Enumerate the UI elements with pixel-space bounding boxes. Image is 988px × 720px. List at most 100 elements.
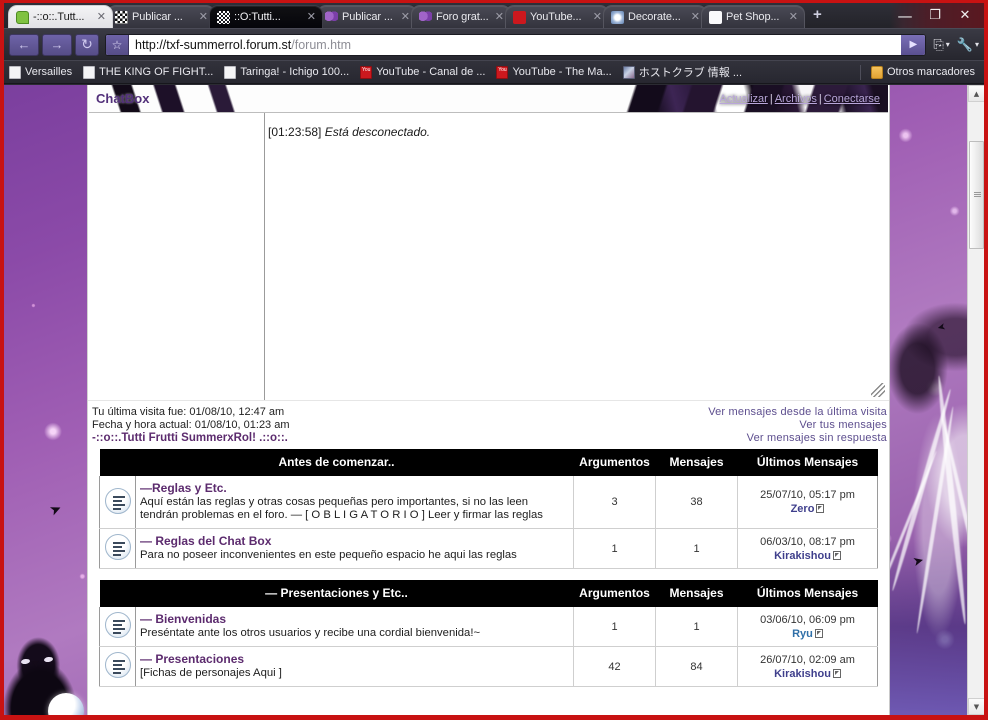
back-button[interactable]: ← [9, 33, 39, 56]
tab-label: -::o::.Tutt... [33, 11, 85, 23]
bookmark-item-2[interactable]: Taringa! - Ichigo 100... [224, 65, 349, 79]
browser-tab-2[interactable]: ::O:Tutti... ✕ [209, 5, 323, 28]
last-post-user[interactable]: Ryu [792, 628, 813, 640]
forum-info-cell: —Reglas y Etc. Aquí están las reglas y o… [135, 476, 574, 529]
goto-last-post-icon[interactable] [816, 504, 825, 513]
forum-posts-count: 38 [655, 476, 738, 529]
last-visit-text: Tu última visita fue: 01/08/10, 12:47 am [92, 406, 285, 418]
bookmark-item-5[interactable]: ホストクラブ 情報 ... [622, 64, 742, 80]
tab-close-icon[interactable]: ✕ [199, 11, 208, 23]
forum-status-icon-cell [99, 646, 136, 687]
other-bookmarks-button[interactable]: Otros marcadores [870, 65, 975, 79]
forum-row[interactable]: —Reglas y Etc. Aquí están las reglas y o… [99, 476, 878, 529]
view-your-messages-link[interactable]: Ver tus mensajes [708, 419, 887, 432]
browser-tab-0[interactable]: -::o::.Tutt... ✕ [8, 5, 113, 28]
column-header-posts: Mensajes [655, 580, 738, 607]
minimize-button[interactable]: — [890, 5, 920, 26]
tab-close-icon[interactable]: ✕ [789, 11, 798, 23]
tools-menu-button[interactable]: 🔧 ▾ [957, 37, 979, 53]
bookmarks-bar: Versailles THE KING OF FIGHT... Taringa!… [4, 60, 984, 84]
forum-title: -::o::.Tutti Frutti SummerxRol! .::o::. [92, 432, 288, 444]
view-unanswered-link[interactable]: Ver mensajes sin respuesta [708, 432, 887, 445]
browser-tab-1[interactable]: Publicar ... ✕ [107, 5, 215, 28]
forum-topics-count: 1 [573, 607, 656, 647]
forum-info-cell: — Bienvenidas Preséntate ante los otros … [135, 607, 574, 647]
bookmark-label: Versailles [25, 66, 73, 78]
butterfly-icon [325, 10, 338, 24]
forum-row[interactable]: — Bienvenidas Preséntate ante los otros … [99, 607, 878, 647]
forum-posts-count: 1 [655, 528, 738, 569]
browser-window: -::o::.Tutt... ✕ Publicar ... ✕ ::O:Tutt… [0, 0, 988, 720]
forward-button[interactable]: → [42, 33, 72, 56]
chatbox-header: ChatBox Actualizar | Archivos | Conectarse [89, 85, 888, 113]
forum-title-link[interactable]: — Reglas del Chat Box [140, 534, 271, 548]
last-post-user[interactable]: Kirakishou [774, 550, 831, 562]
column-header-posts: Mensajes [655, 449, 738, 476]
category-title: — Presentaciones y Etc.. [99, 580, 574, 607]
forum-title-link[interactable]: — Bienvenidas [140, 612, 226, 626]
bookmark-item-4[interactable]: YouTube - The Ma... [496, 65, 612, 79]
bookmark-item-0[interactable]: Versailles [9, 65, 73, 79]
chatbox-resize-handle[interactable] [871, 383, 885, 397]
forum-title-link[interactable]: —Reglas y Etc. [140, 481, 227, 495]
tab-close-icon[interactable]: ✕ [97, 11, 106, 23]
forum-status-icon-cell [99, 476, 136, 529]
goto-last-post-icon[interactable] [832, 550, 841, 560]
tab-label: Publicar ... [132, 11, 183, 23]
visit-info-row: Tu última visita fue: 01/08/10, 12:47 am… [88, 401, 889, 449]
tab-label: Publicar ... [342, 11, 393, 23]
reload-button[interactable]: ↻ [75, 33, 99, 56]
tab-label: Decorate... [628, 11, 681, 23]
page-menu-button[interactable]: ⎘ ▾ [933, 37, 949, 53]
category-header-row: Antes de comenzar.. Argumentos Mensajes … [99, 449, 878, 476]
scroll-down-arrow-icon[interactable]: ▼ [968, 698, 984, 715]
bookmark-label: YouTube - The Ma... [512, 66, 612, 78]
view-new-messages-link[interactable]: Ver mensajes desde la última visita [708, 406, 887, 419]
chatbox-archives-link[interactable]: Archivos [775, 93, 817, 105]
scroll-up-arrow-icon[interactable]: ▲ [968, 85, 984, 102]
forum-row[interactable]: — Reglas del Chat Box Para no poseer inc… [99, 528, 878, 569]
forum-topics-count: 1 [573, 528, 656, 569]
window-controls: — ❐ ✕ [890, 3, 984, 28]
youtube-icon [513, 10, 526, 24]
column-header-last: Últimos Mensajes [737, 580, 878, 607]
tab-close-icon[interactable]: ✕ [495, 11, 504, 23]
tab-close-icon[interactable]: ✕ [401, 11, 410, 23]
go-button[interactable]: ▶ [901, 34, 926, 55]
category-header-row: — Presentaciones y Etc.. Argumentos Mens… [99, 580, 878, 607]
browser-tab-4[interactable]: Foro grat... ✕ [411, 5, 511, 28]
bookmark-item-3[interactable]: YouTube - Canal de ... [360, 65, 486, 79]
close-button[interactable]: ✕ [950, 5, 980, 26]
background-orb [48, 693, 84, 715]
forum-row[interactable]: — Presentaciones [Fichas de personajes A… [99, 646, 878, 687]
browser-tab-7[interactable]: Pet Shop... ✕ [701, 5, 805, 28]
forum-title-link[interactable]: — Presentaciones [140, 652, 244, 666]
chatbox-connect-link[interactable]: Conectarse [824, 93, 880, 105]
browser-tab-5[interactable]: YouTube... ✕ [505, 5, 609, 28]
scrollbar-thumb[interactable] [969, 141, 984, 249]
browser-tab-6[interactable]: Decorate... ✕ [603, 5, 707, 28]
maximize-button[interactable]: ❐ [920, 5, 950, 26]
url-input[interactable]: http://txf-summerrol.forum.st/forum.htm [129, 38, 901, 52]
address-bar[interactable]: ☆ http://txf-summerrol.forum.st/forum.ht… [105, 33, 927, 56]
last-post-user[interactable]: Kirakishou [774, 668, 831, 680]
last-post-user[interactable]: Zero [791, 503, 815, 515]
forum-description: Preséntate ante los otros usuarios y rec… [140, 627, 481, 639]
butterfly-icon [419, 10, 432, 24]
tab-close-icon[interactable]: ✕ [593, 11, 602, 23]
bookmark-label: YouTube - Canal de ... [376, 66, 486, 78]
tab-close-icon[interactable]: ✕ [307, 11, 316, 23]
goto-last-post-icon[interactable] [832, 668, 841, 678]
page-scrollbar[interactable]: ▲ ▼ [967, 85, 984, 715]
bookmark-star-icon[interactable]: ☆ [106, 34, 129, 55]
chatbox-refresh-link[interactable]: Actualizar [720, 93, 768, 105]
bookmark-item-1[interactable]: THE KING OF FIGHT... [83, 65, 213, 79]
tab-label: Pet Shop... [726, 11, 780, 23]
browser-tab-3[interactable]: Publicar ... ✕ [317, 5, 417, 28]
goto-last-post-icon[interactable] [814, 628, 823, 638]
youtube-icon [496, 65, 509, 79]
url-host: http://txf-summerrol.forum.st [135, 37, 292, 52]
tab-close-icon[interactable]: ✕ [691, 11, 700, 23]
qr-icon [115, 10, 128, 24]
tab-label: ::O:Tutti... [234, 11, 281, 23]
